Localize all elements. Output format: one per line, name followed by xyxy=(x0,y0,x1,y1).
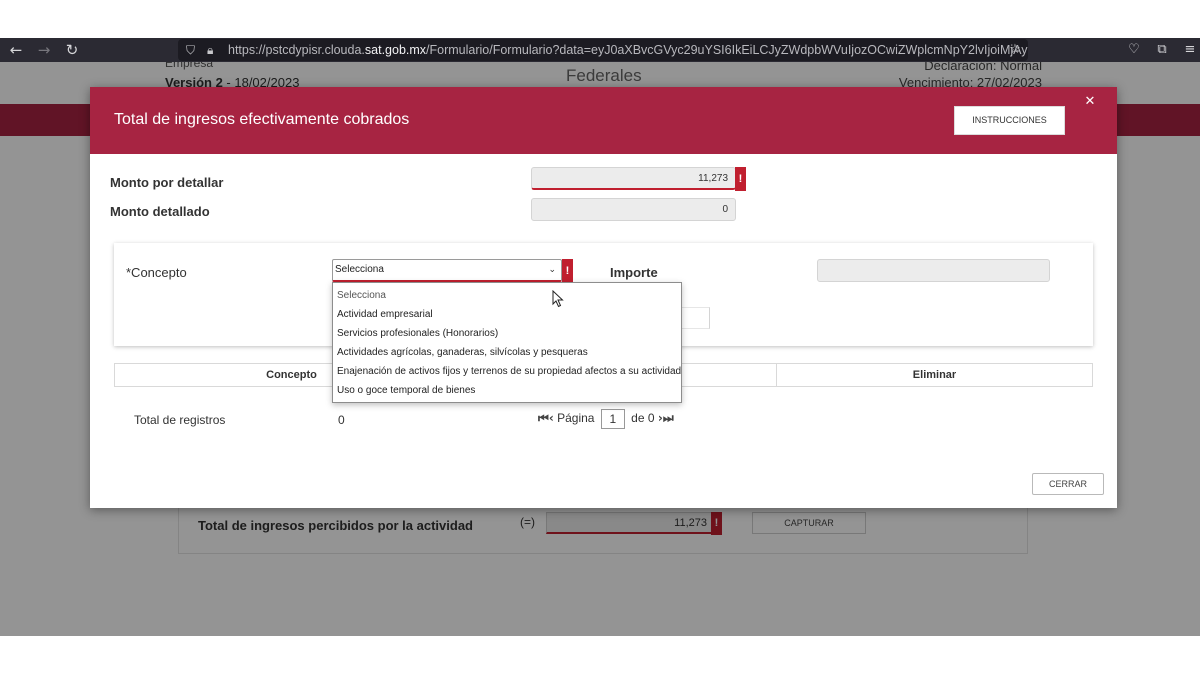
total-registros-value: 0 xyxy=(338,413,345,427)
dropdown-option[interactable]: Servicios profesionales (Honorarios) xyxy=(333,324,681,343)
dropdown-option[interactable]: Actividades agrícolas, ganaderas, silvíc… xyxy=(333,343,681,362)
dropdown-option[interactable]: Enajenación de activos fijos y terrenos … xyxy=(333,362,681,381)
monto-por-detallar-label: Monto por detallar xyxy=(110,175,224,190)
address-bar[interactable]: ⛉ 🔒︎ https://pstcdypisr.clouda.sat.gob.m… xyxy=(178,39,1028,61)
dropdown-option[interactable]: Uso o goce temporal de bienes xyxy=(333,381,681,400)
menu-icon[interactable]: ≡ xyxy=(1178,38,1200,62)
dropdown-option[interactable]: Actividad empresarial xyxy=(333,305,681,324)
mouse-cursor-icon xyxy=(552,290,564,308)
modal-header: Total de ingresos efectivamente cobrados… xyxy=(90,87,1117,154)
monto-detallado-label: Monto detallado xyxy=(110,204,210,219)
first-page-icon[interactable]: ⏮ xyxy=(538,407,549,429)
concepto-dropdown-list: Selecciona Actividad empresarial Servici… xyxy=(332,282,682,403)
monto-detallado-field: 0 xyxy=(531,198,736,221)
instructions-button[interactable]: INSTRUCCIONES xyxy=(954,106,1065,135)
concepto-selected-value: Selecciona xyxy=(335,264,384,275)
alert-icon: ! xyxy=(562,259,573,283)
pagina-label: Página xyxy=(557,411,595,425)
chevron-down-icon: ⌄ xyxy=(548,265,556,275)
close-icon[interactable]: ✕ xyxy=(1083,94,1097,110)
prev-page-icon[interactable]: ‹ xyxy=(549,407,554,429)
reload-icon[interactable]: ↻ xyxy=(60,38,84,62)
concepto-select[interactable]: Selecciona ⌄ xyxy=(332,259,562,282)
modal-title: Total de ingresos efectivamente cobrados xyxy=(114,111,410,128)
monto-por-detallar-field: 11,273 xyxy=(531,167,736,190)
top-margin xyxy=(0,0,1200,38)
bottom-margin xyxy=(0,636,1200,675)
page-input[interactable]: 1 xyxy=(600,408,625,429)
pocket-icon[interactable]: ♡ xyxy=(1122,38,1146,62)
url-text: https://pstcdypisr.clouda.sat.gob.mx/For… xyxy=(228,43,1028,57)
star-icon[interactable]: ☆ xyxy=(1003,38,1027,62)
screenshot: ← → ↻ ⛉ 🔒︎ https://pstcdypisr.clouda.sat… xyxy=(0,0,1200,675)
forward-arrow-icon[interactable]: → xyxy=(32,38,56,62)
lock-icon[interactable]: 🔒︎ xyxy=(207,39,213,61)
dropdown-option[interactable]: Selecciona xyxy=(333,286,681,305)
concepto-label: *Concepto xyxy=(126,265,187,280)
importe-field[interactable] xyxy=(817,259,1050,282)
add-button[interactable] xyxy=(680,307,710,329)
close-button[interactable]: CERRAR xyxy=(1032,473,1104,495)
back-arrow-icon[interactable]: ← xyxy=(4,38,28,62)
extensions-icon[interactable]: ⧉ xyxy=(1150,38,1174,62)
importe-label: Importe xyxy=(610,265,658,280)
shield-icon[interactable]: ⛉ xyxy=(186,39,195,61)
column-header-eliminar: Eliminar xyxy=(912,369,957,381)
total-registros-label: Total de registros xyxy=(134,413,226,427)
last-page-icon[interactable]: ⏭ xyxy=(663,407,674,429)
browser-toolbar: ← → ↻ ⛉ 🔒︎ https://pstcdypisr.clouda.sat… xyxy=(0,38,1200,62)
alert-icon: ! xyxy=(735,167,746,191)
page-count: de 0 xyxy=(631,411,655,425)
pagination: ⏮‹ Página 1 de 0 ›⏭ xyxy=(538,407,674,429)
